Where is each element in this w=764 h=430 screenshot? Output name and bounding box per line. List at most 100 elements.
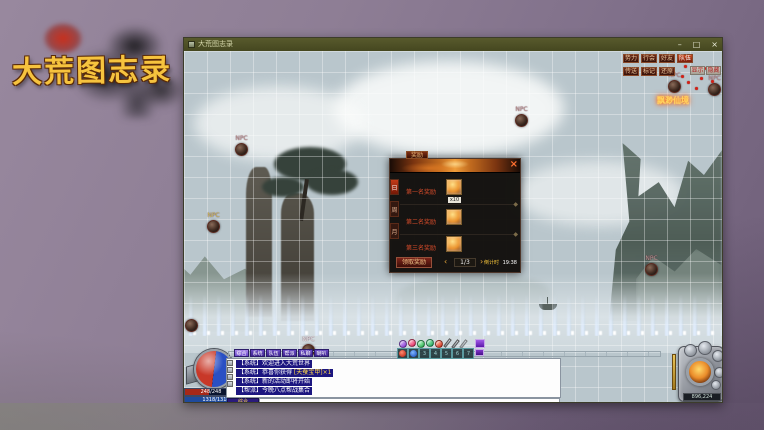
dialog-side-tab[interactable]: 日 bbox=[390, 179, 399, 195]
chat-mini-button[interactable] bbox=[227, 360, 233, 366]
claim-reward-button[interactable]: 领取奖励 bbox=[396, 257, 432, 268]
buff-icon[interactable] bbox=[399, 340, 407, 348]
chat-side-buttons bbox=[227, 360, 234, 396]
menu-satellite-button[interactable] bbox=[714, 367, 722, 378]
chat-item-link[interactable]: [天蚕宝甲]×1 bbox=[294, 369, 332, 376]
chat-tab[interactable]: 综合 bbox=[234, 349, 249, 357]
bag-icon[interactable] bbox=[475, 339, 485, 348]
map-marker[interactable] bbox=[185, 319, 198, 332]
window-titlebar[interactable]: 大荒图志录 – □ × bbox=[184, 38, 722, 51]
chat-text: 【系统】恭喜你获得 bbox=[238, 369, 294, 376]
npc-label: NPC bbox=[207, 212, 219, 219]
coordinates-display: 896,224 bbox=[683, 393, 721, 401]
reward-row: 第三名奖励 bbox=[400, 236, 518, 256]
bag-icon[interactable] bbox=[475, 349, 484, 356]
map-filter-button[interactable]: 好友 bbox=[659, 54, 675, 63]
chat-message: 【系统】新的活动即将开始 bbox=[236, 378, 312, 386]
hotbar-key: 4 bbox=[434, 351, 437, 357]
dialog-close-icon[interactable]: × bbox=[510, 159, 518, 170]
npc-marker[interactable]: NPC bbox=[645, 263, 658, 276]
npc-marker[interactable]: NPC bbox=[708, 83, 721, 96]
window-title: 大荒图志录 bbox=[198, 38, 233, 51]
chat-scrollbar[interactable] bbox=[672, 354, 676, 390]
reward-item-icon[interactable] bbox=[446, 236, 462, 252]
reward-count: x10 bbox=[448, 197, 461, 203]
chat-tab[interactable]: 帮派 bbox=[282, 349, 297, 357]
chat-mini-button[interactable] bbox=[227, 367, 233, 373]
hotbar-slot[interactable]: 7 bbox=[463, 348, 474, 359]
player-dot bbox=[684, 65, 687, 68]
chat-input[interactable] bbox=[259, 398, 560, 402]
hotbar-slot[interactable] bbox=[397, 348, 408, 359]
hotbar-slot[interactable]: 4 bbox=[430, 348, 441, 359]
menu-satellite-button[interactable] bbox=[712, 350, 722, 362]
close-button[interactable]: × bbox=[711, 39, 718, 51]
rewards-dialog: 奖励 × 日 周 月 第一名奖励 x10 ◆ 第二名奖励 ◆ 第三名奖励 领取奖… bbox=[389, 158, 521, 273]
page-indicator: 1/3 bbox=[454, 258, 476, 267]
minimize-button[interactable]: – bbox=[678, 39, 682, 51]
timer: 倒计时 19:38 bbox=[484, 259, 517, 266]
hotbar-slot[interactable]: 6 bbox=[452, 348, 463, 359]
npc-label: NPC bbox=[645, 255, 657, 262]
buff-icon[interactable] bbox=[417, 340, 425, 348]
chat-text: 【系统】新的活动即将开始 bbox=[238, 378, 310, 385]
dialog-side-tab[interactable]: 月 bbox=[390, 223, 399, 239]
npc-marker[interactable]: NPC bbox=[515, 114, 528, 127]
timer-value: 19:38 bbox=[503, 260, 517, 266]
hotbar-slot[interactable]: 5 bbox=[441, 348, 452, 359]
buff-icon[interactable] bbox=[426, 339, 434, 347]
chat-mini-button[interactable] bbox=[227, 381, 233, 387]
map-toggle-button[interactable]: 隐藏 bbox=[706, 66, 721, 75]
hotbar-slot[interactable] bbox=[408, 348, 419, 359]
chat-message: 【系统】恭喜你获得 [天蚕宝甲]×1 bbox=[236, 369, 333, 377]
npc-marker[interactable]: NPC bbox=[207, 220, 220, 233]
chat-mini-button[interactable] bbox=[227, 374, 233, 380]
light-wall-base bbox=[184, 331, 722, 335]
map-action-button[interactable]: 还原 bbox=[659, 67, 675, 76]
chat-tab[interactable]: 喇叭 bbox=[314, 349, 329, 357]
page-prev-icon[interactable]: ‹ bbox=[444, 257, 447, 266]
reward-label: 第二名奖励 bbox=[406, 217, 436, 226]
dialog-tab[interactable]: 奖励 bbox=[406, 151, 428, 159]
menu-satellite-button[interactable] bbox=[698, 341, 712, 355]
hotbar-key: 5 bbox=[445, 351, 448, 357]
npc-label: NPC bbox=[235, 135, 247, 142]
chat-tab[interactable]: 系统 bbox=[250, 349, 265, 357]
buff-icon[interactable] bbox=[408, 339, 416, 347]
menu-satellite-button[interactable] bbox=[711, 380, 721, 390]
chat-input-row: 综合 bbox=[227, 398, 560, 402]
map-viewport[interactable]: NPC NPC NPC NPC NPC NPC NPC 飘渺仙境 势力 行会 好… bbox=[184, 51, 722, 402]
main-menu-orb[interactable] bbox=[686, 358, 714, 386]
menu-satellite-button[interactable] bbox=[684, 344, 697, 357]
page-next-icon[interactable]: › bbox=[480, 257, 483, 266]
map-filter-button-selected[interactable]: 队伍 bbox=[677, 54, 693, 63]
hotbar-slot[interactable]: 3 bbox=[419, 348, 430, 359]
buff-icon[interactable] bbox=[435, 340, 443, 348]
reward-label: 第三名奖励 bbox=[406, 243, 436, 252]
player-dot bbox=[695, 87, 698, 90]
potion-icon bbox=[399, 350, 406, 357]
map-action-button[interactable]: 传送 bbox=[623, 67, 639, 76]
chat-message: 【系统】欢迎进入大荒世界 bbox=[236, 360, 312, 368]
player-dot bbox=[681, 75, 684, 78]
hotbar-key: 6 bbox=[456, 351, 459, 357]
reward-item-icon[interactable] bbox=[446, 179, 462, 195]
player-dot bbox=[711, 80, 714, 83]
map-filter-button[interactable]: 势力 bbox=[623, 54, 639, 63]
chat-channel-dropdown[interactable]: 综合 bbox=[227, 398, 259, 402]
chat-tab[interactable]: 私聊 bbox=[298, 349, 313, 357]
hotbar-key: 3 bbox=[423, 351, 426, 357]
reward-item-icon[interactable] bbox=[446, 209, 462, 225]
desktop-taskbar-area bbox=[0, 403, 764, 430]
npc-label: NPC bbox=[302, 336, 314, 343]
player-dot bbox=[700, 77, 703, 80]
npc-marker[interactable]: NPC bbox=[235, 143, 248, 156]
chat-tab-strip: 综合 系统 队伍 帮派 私聊 喇叭 bbox=[234, 349, 329, 357]
dialog-side-tab[interactable]: 周 bbox=[390, 201, 399, 217]
maximize-button[interactable]: □ bbox=[693, 39, 701, 51]
chat-tab[interactable]: 队伍 bbox=[266, 349, 281, 357]
map-toggle-button[interactable]: 显示 bbox=[690, 66, 705, 75]
map-filter-button[interactable]: 行会 bbox=[641, 54, 657, 63]
npc-marker[interactable]: NPC bbox=[668, 80, 681, 93]
map-action-button[interactable]: 标记 bbox=[641, 67, 657, 76]
